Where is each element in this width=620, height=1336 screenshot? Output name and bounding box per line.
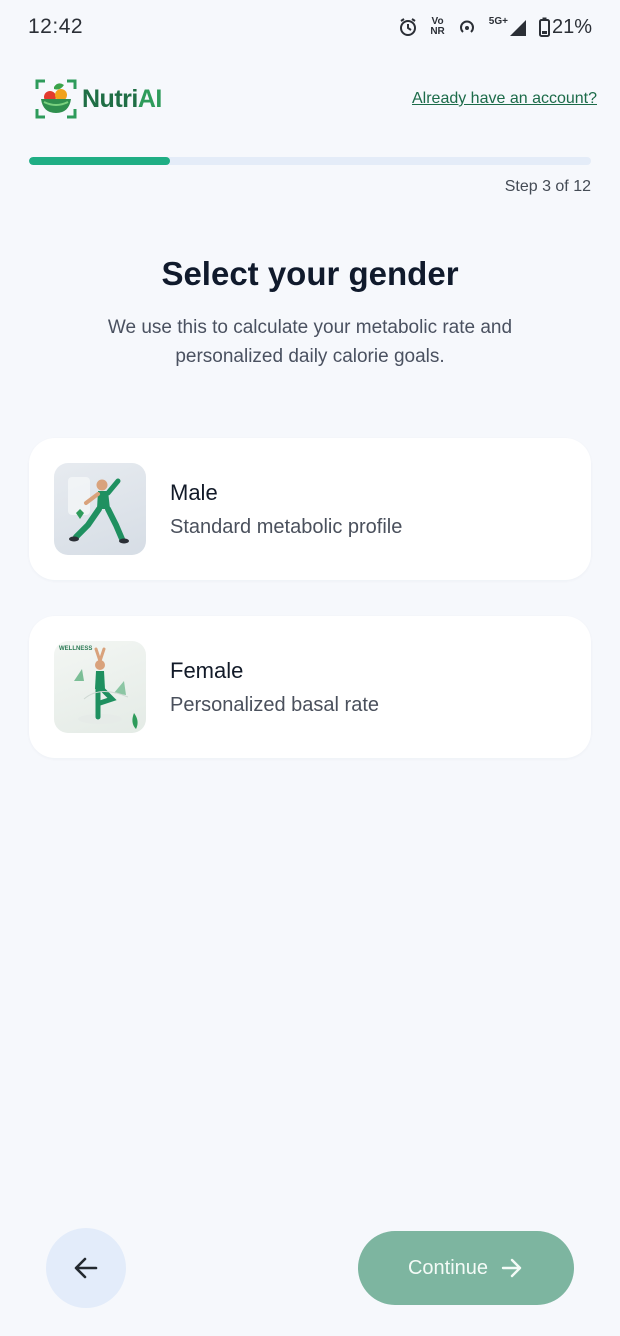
gender-option-male[interactable]: Male Standard metabolic profile <box>29 438 591 580</box>
back-button[interactable] <box>46 1228 126 1308</box>
onboarding-screen: 12:42 Vo NR 5G+ 21% NutriAI Already have… <box>0 0 620 1336</box>
progress-fill <box>29 157 170 165</box>
option-title: Male <box>170 479 218 505</box>
battery-indicator: 21% <box>538 15 592 39</box>
male-fitness-illustration <box>54 463 146 555</box>
status-icons: Vo NR 5G+ 21% <box>398 16 592 39</box>
arrow-left-icon <box>74 1257 98 1279</box>
app-logo: NutriAI <box>34 77 162 121</box>
male-option-text: Male Standard metabolic profile <box>170 480 402 539</box>
continue-label: Continue <box>407 1256 489 1279</box>
logo-text-accent: AI <box>137 84 163 113</box>
female-yoga-illustration: WELLNESS <box>54 641 146 733</box>
step-label: Step 3 of 12 <box>504 178 591 195</box>
status-bar: 12:42 Vo NR 5G+ 21% <box>0 0 620 54</box>
gender-option-female[interactable]: WELLNESS Female Personalized basal rate <box>29 616 591 758</box>
option-description: Personalized basal rate <box>170 693 380 716</box>
network-label: 5G+ <box>488 16 508 27</box>
battery-level: 21% <box>551 15 592 38</box>
already-have-account-link[interactable]: Already have an account? <box>412 90 597 108</box>
battery-icon <box>538 17 550 37</box>
wellness-tag: WELLNESS <box>59 646 93 652</box>
female-option-text: Female Personalized basal rate <box>170 658 379 717</box>
logo-bowl-icon <box>34 77 78 121</box>
logo-text: NutriAI <box>82 85 162 114</box>
arrow-right-icon <box>501 1258 522 1278</box>
alarm-icon <box>398 17 418 37</box>
hotspot-icon <box>457 17 477 37</box>
progress-bar <box>29 157 591 165</box>
volte-icon: Vo NR <box>430 17 444 37</box>
app-header: NutriAI Already have an account? <box>34 74 597 124</box>
page-title: Select your gender <box>161 255 459 292</box>
volte-label-bottom: NR <box>430 26 445 37</box>
logo-text-main: Nutri <box>82 84 138 113</box>
status-time: 12:42 <box>28 15 84 38</box>
page-subtitle: We use this to calculate your metabolic … <box>107 317 513 367</box>
option-title: Female <box>170 657 244 683</box>
signal-icon: 5G+ <box>489 17 527 37</box>
option-description: Standard metabolic profile <box>170 515 403 538</box>
continue-button[interactable]: Continue <box>358 1231 574 1305</box>
